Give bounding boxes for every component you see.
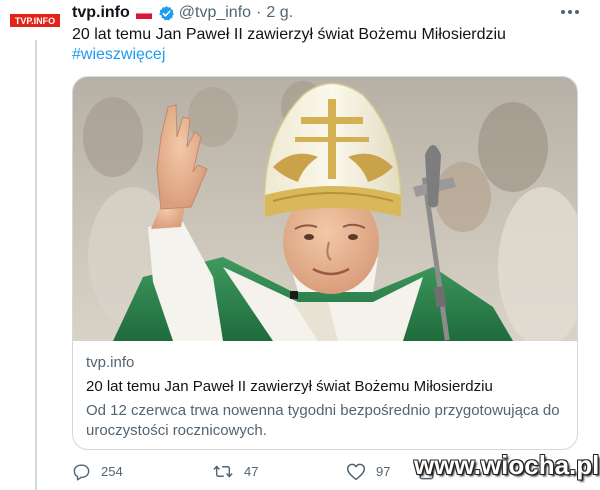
heart-icon (346, 463, 366, 481)
tvp-info-logo: TVP.INFO (10, 14, 60, 27)
retweet-count: 47 (244, 464, 259, 479)
retweet-icon (213, 465, 233, 478)
logo-text: TVP.INFO (15, 16, 55, 26)
avatar[interactable]: TVP.INFO (10, 12, 60, 30)
tweet-time[interactable]: 2 g. (266, 4, 293, 22)
header-separator: · (256, 4, 262, 21)
link-preview-card[interactable]: tvp.info 20 lat temu Jan Paweł II zawier… (72, 76, 578, 450)
reply-count: 254 (101, 464, 123, 479)
site-watermark: www.wiocha.pl (414, 450, 600, 480)
card-description: Od 12 czerwca trwa nowenna tygodni bezpo… (86, 402, 560, 439)
like-button[interactable]: 97 (346, 462, 390, 481)
retweet-button[interactable]: 47 (212, 462, 258, 481)
author-handle[interactable]: @tvp_info (179, 4, 251, 22)
card-image[interactable] (73, 77, 577, 341)
more-options-icon[interactable] (558, 4, 582, 20)
reply-button[interactable]: 254 (72, 462, 123, 481)
reply-icon (73, 464, 90, 481)
card-title[interactable]: 20 lat temu Jan Paweł II zawierzył świat… (86, 377, 566, 397)
pope-photo (73, 77, 577, 341)
tweet-header: tvp.info @tvp_info · 2 g. (72, 2, 293, 24)
like-count: 97 (376, 464, 391, 479)
card-body: tvp.info 20 lat temu Jan Paweł II zawier… (86, 353, 566, 441)
verified-badge-icon (158, 5, 174, 21)
hashtag-link[interactable]: #wieszwięcej (72, 44, 165, 66)
card-domain[interactable]: tvp.info (86, 353, 566, 373)
tweet-text: 20 lat temu Jan Paweł II zawierzył świat… (72, 26, 506, 43)
display-name[interactable]: tvp.info (72, 4, 130, 22)
poland-flag-icon (135, 7, 152, 19)
thread-line (35, 40, 37, 490)
